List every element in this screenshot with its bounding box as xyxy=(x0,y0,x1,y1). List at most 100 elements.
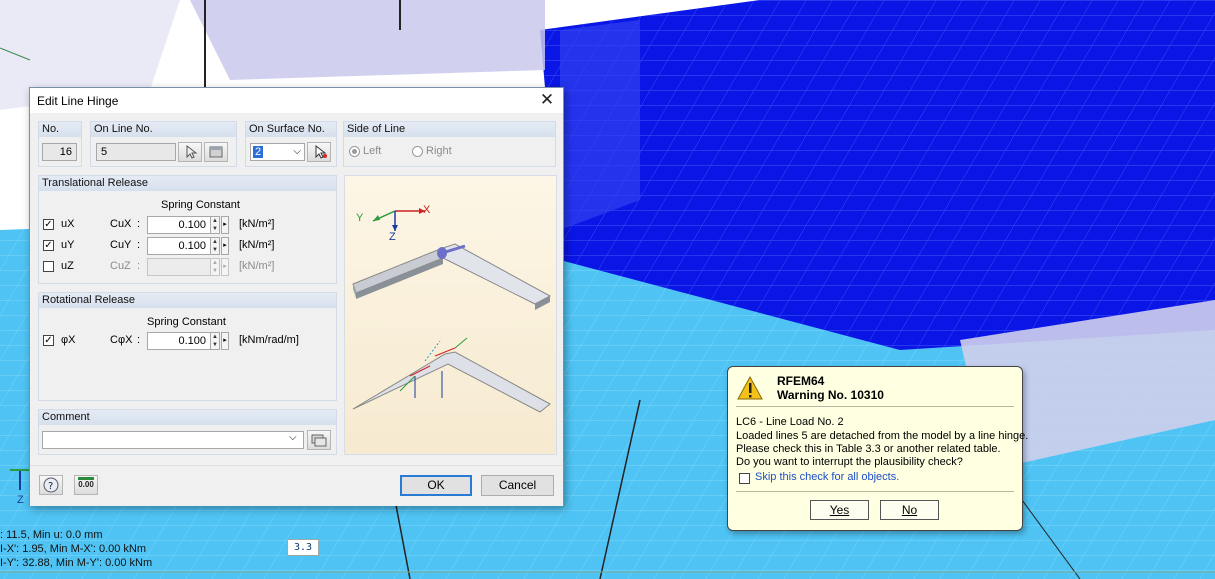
cux-unit: [kN/m²] xyxy=(239,218,275,230)
side-right-label: Right xyxy=(426,145,452,157)
warning-title: RFEM64 xyxy=(777,374,825,388)
axis-z-label: Z xyxy=(17,494,24,506)
diagram-y-label: Y xyxy=(356,212,364,224)
comment-library-button[interactable] xyxy=(307,430,331,450)
select-line-button[interactable] xyxy=(204,142,228,162)
uz-checkbox[interactable] xyxy=(43,261,54,272)
cphix-label: CφX xyxy=(110,334,133,346)
cuz-unit: [kN/m²] xyxy=(239,260,275,272)
warning-line-3: Please check this in Table 3.3 or anothe… xyxy=(736,443,1001,455)
cphix-unit: [kNm/rad/m] xyxy=(239,334,299,346)
status-line-1: : 11.5, Min u: 0.0 mm xyxy=(0,529,103,541)
cuz-spinner: ▲ ▼ xyxy=(211,258,220,276)
diagram-z-label: Z xyxy=(389,231,396,243)
ux-checkbox[interactable]: ✓ xyxy=(43,219,54,230)
on-surface-label: On Surface No. xyxy=(246,122,336,137)
comment-input[interactable] xyxy=(42,431,304,449)
group-translational-release: Translational Release Spring Constant ✓ … xyxy=(38,175,337,284)
ok-button[interactable]: OK xyxy=(400,475,472,496)
comment-header: Comment xyxy=(39,410,336,425)
diagram-x-label: X xyxy=(423,204,431,216)
svg-text:?: ? xyxy=(48,481,53,492)
status-line-2: I-X': 1.95, Min M-X': 0.00 kNm xyxy=(0,543,147,555)
on-surface-select[interactable]: 2 ⌵ xyxy=(250,143,305,161)
chevron-down-icon[interactable]: ⌵ xyxy=(289,432,297,443)
cphix-arrow-button[interactable]: ▸ xyxy=(221,332,229,350)
side-right-radio[interactable] xyxy=(412,146,423,157)
cuz-arrow-button: ▸ xyxy=(221,258,229,276)
ux-label: uX xyxy=(61,218,75,230)
pick-line-button[interactable] xyxy=(178,142,202,162)
skip-check-checkbox[interactable] xyxy=(739,473,750,484)
pointer-icon xyxy=(186,144,198,159)
side-of-line-label: Side of Line xyxy=(344,122,555,137)
cuy-spinner[interactable]: ▲ ▼ xyxy=(211,237,220,255)
group-on-surface: On Surface No. 2 ⌵ xyxy=(245,121,337,167)
colon: : xyxy=(137,334,141,346)
on-line-field[interactable]: 5 xyxy=(96,143,176,161)
no-button[interactable]: No xyxy=(880,500,939,520)
phix-checkbox[interactable]: ✓ xyxy=(43,335,54,346)
warning-line-1: LC6 - Line Load No. 2 xyxy=(736,416,844,428)
dialog-title-bar[interactable]: Edit Line Hinge ✕ xyxy=(30,88,563,113)
dialog-footer: ? 0.00 OK Cancel xyxy=(30,465,563,506)
warning-icon xyxy=(737,376,763,400)
pointer-icon xyxy=(315,144,327,159)
units-icon: 0.00 xyxy=(78,477,94,489)
cuy-input[interactable]: 0.100 xyxy=(147,237,211,255)
translational-release-header: Translational Release xyxy=(39,176,336,191)
warning-line-4: Do you want to interrupt the plausibilit… xyxy=(736,456,963,468)
help-button[interactable]: ? xyxy=(39,475,63,495)
edit-line-hinge-dialog: Edit Line Hinge ✕ No. 16 On Line No. 5 O… xyxy=(29,87,564,506)
cux-spinner[interactable]: ▲ ▼ xyxy=(211,216,220,234)
colon: : xyxy=(137,239,141,251)
warning-number: Warning No. 10310 xyxy=(777,388,884,402)
skip-check-label[interactable]: Skip this check for all objects. xyxy=(755,471,899,483)
pick-surface-button[interactable] xyxy=(307,142,331,162)
cphix-input[interactable]: 0.100 xyxy=(147,332,211,350)
units-button[interactable]: 0.00 xyxy=(74,475,98,495)
cux-input[interactable]: 0.100 xyxy=(147,216,211,234)
group-side-of-line: Side of Line Left Right xyxy=(343,121,556,167)
skip-check-link[interactable]: Skip this check for all objects. xyxy=(755,471,899,483)
cux-arrow-button[interactable]: ▸ xyxy=(221,216,229,234)
dialog-body: No. 16 On Line No. 5 On Surface No. 2 ⌵ xyxy=(30,113,563,505)
uz-label: uZ xyxy=(61,260,74,272)
side-left-label: Left xyxy=(363,145,382,157)
spring-constant-label: Spring Constant xyxy=(161,199,240,211)
library-icon xyxy=(311,434,327,447)
cuz-input xyxy=(147,258,211,276)
warning-line-2: Loaded lines 5 are detached from the mod… xyxy=(736,430,1029,442)
cphix-spinner[interactable]: ▲ ▼ xyxy=(211,332,220,350)
cuz-label: CuZ xyxy=(110,260,131,272)
colon: : xyxy=(137,260,141,272)
yes-button[interactable]: Yes xyxy=(810,500,869,520)
uy-checkbox[interactable]: ✓ xyxy=(43,240,54,251)
rotational-release-header: Rotational Release xyxy=(39,293,336,308)
side-left-radio[interactable] xyxy=(349,146,360,157)
warning-separator xyxy=(736,491,1014,492)
group-comment: Comment ⌵ xyxy=(38,409,337,455)
on-line-label: On Line No. xyxy=(91,122,236,137)
group-no: No. 16 xyxy=(38,121,82,167)
close-icon[interactable]: ✕ xyxy=(537,91,557,109)
chevron-down-icon: ⌵ xyxy=(293,146,301,157)
dialog-title: Edit Line Hinge xyxy=(37,94,119,108)
phix-label: φX xyxy=(61,334,76,346)
result-marker: 3.3 xyxy=(287,539,319,556)
group-rotational-release: Rotational Release Spring Constant ✓ φX … xyxy=(38,292,337,401)
on-surface-value: 2 xyxy=(253,146,264,158)
warning-dialog: RFEM64 Warning No. 10310 LC6 - Line Load… xyxy=(727,366,1028,531)
status-line-3: I-Y': 32.88, Min M-Y': 0.00 kNm xyxy=(0,557,153,569)
cuy-unit: [kN/m²] xyxy=(239,239,275,251)
cuy-arrow-button[interactable]: ▸ xyxy=(221,237,229,255)
cancel-button[interactable]: Cancel xyxy=(481,475,554,496)
colon: : xyxy=(137,218,141,230)
no-label: No. xyxy=(39,122,81,137)
hinge-illustration: X Y Z xyxy=(344,175,557,455)
cuy-label: CuY xyxy=(110,239,132,251)
uy-label: uY xyxy=(61,239,75,251)
help-icon: ? xyxy=(43,477,59,493)
group-on-line: On Line No. 5 xyxy=(90,121,237,167)
cux-label: CuX xyxy=(110,218,132,230)
